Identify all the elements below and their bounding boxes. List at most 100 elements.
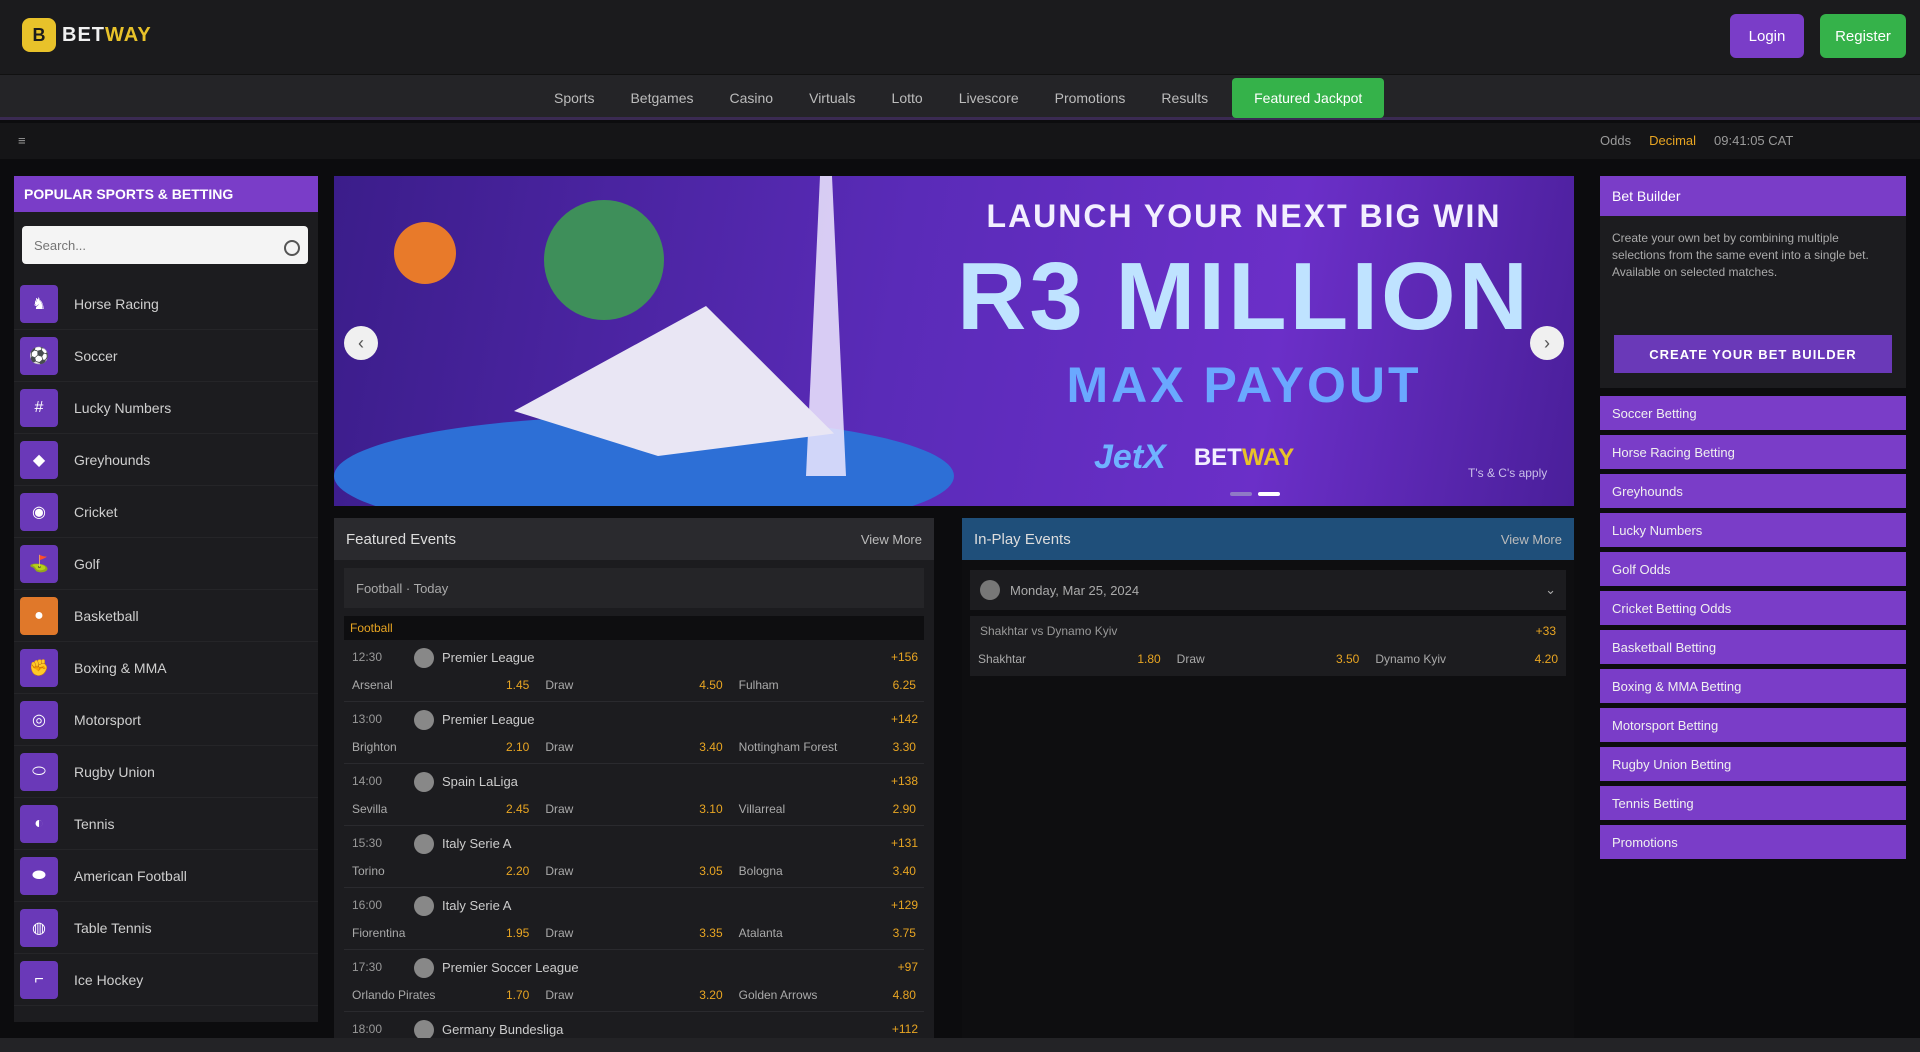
bet-builder-button[interactable]: CREATE YOUR BET BUILDER (1614, 335, 1892, 373)
odds-button[interactable]: Draw 3.40 (537, 736, 730, 758)
league-flag-icon (414, 648, 434, 668)
quick-link[interactable]: Golf Odds (1600, 552, 1906, 586)
logo-text-part1: BET (62, 23, 105, 46)
quick-link[interactable]: Lucky Numbers (1600, 513, 1906, 547)
sidebar-sport-item[interactable]: ⬭ Rugby Union (14, 746, 318, 798)
nav-item-betgames[interactable]: Betgames (612, 75, 711, 121)
sidebar-sport-item[interactable]: ◍ Table Tennis (14, 902, 318, 954)
quick-link[interactable]: Basketball Betting (1600, 630, 1906, 664)
odds-button[interactable]: Dynamo Kyiv 4.20 (1367, 648, 1566, 670)
nav-item-lotto[interactable]: Lotto (874, 75, 941, 121)
promo-banner[interactable]: LAUNCH YOUR NEXT BIG WIN R3 MILLION MAX … (334, 176, 1574, 506)
event-market-count[interactable]: +97 (898, 960, 918, 974)
live-date-row[interactable]: Monday, Mar 25, 2024 ⌄ (970, 570, 1566, 610)
nav-item-featured[interactable]: Featured Jackpot (1232, 78, 1385, 118)
sidebar-sport-item[interactable]: ◐ Tennis (14, 798, 318, 850)
odds-button[interactable]: Fiorentina 1.95 (344, 922, 537, 944)
event-market-count[interactable]: +142 (891, 712, 918, 726)
event-row[interactable]: 14:00 Spain LaLiga +138 Sevilla 2.45 Draw 3.10… (344, 764, 924, 826)
quick-link[interactable]: Promotions (1600, 825, 1906, 859)
search-input[interactable] (22, 226, 308, 264)
odds-button[interactable]: Golden Arrows 4.80 (731, 984, 924, 1006)
event-row[interactable]: 13:00 Premier League +142 Brighton 2.10 Draw 3… (344, 702, 924, 764)
sidebar-sport-item[interactable]: ⌐ Ice Hockey (14, 954, 318, 1006)
events-filter[interactable]: Football · Today (344, 568, 924, 608)
sidebar-sport-item[interactable]: ⬬ American Football (14, 850, 318, 902)
live-event-row[interactable]: Shakhtar vs Dynamo Kyiv +33 Shakhtar 1.80… (970, 616, 1566, 676)
quick-link[interactable]: Cricket Betting Odds (1600, 591, 1906, 625)
event-row[interactable]: 16:00 Italy Serie A +129 Fiorentina 1.95 Draw… (344, 888, 924, 950)
odds-button[interactable]: Draw 3.50 (1169, 648, 1368, 670)
odds-button[interactable]: Bologna 3.40 (731, 860, 924, 882)
banner-next-icon[interactable]: › (1530, 326, 1564, 360)
event-market-count[interactable]: +138 (891, 774, 918, 788)
nav-item-promotions[interactable]: Promotions (1037, 75, 1144, 121)
event-row[interactable]: 12:30 Premier League +156 Arsenal 1.45 Draw 4.… (344, 640, 924, 702)
odds-button[interactable]: Draw 3.20 (537, 984, 730, 1006)
nav-item-results[interactable]: Results (1143, 75, 1226, 121)
live-event-count[interactable]: +33 (1536, 624, 1556, 638)
odds-label: Atalanta (738, 926, 783, 940)
quick-link[interactable]: Boxing & MMA Betting (1600, 669, 1906, 703)
odds-button[interactable]: Villarreal 2.90 (731, 798, 924, 820)
featured-view-more-link[interactable]: View More (861, 532, 922, 547)
event-row[interactable]: 17:30 Premier Soccer League +97 Orlando Pir… (344, 950, 924, 1012)
quick-link[interactable]: Motorsport Betting (1600, 708, 1906, 742)
odds-button[interactable]: Shakhtar 1.80 (970, 648, 1169, 670)
banner-site-logo: BETWAY (1194, 444, 1294, 472)
search-icon[interactable] (284, 240, 300, 256)
odds-button[interactable]: Draw 4.50 (537, 674, 730, 696)
event-market-count[interactable]: +129 (891, 898, 918, 912)
right-sidebar: Bet Builder Create your own bet by combi… (1600, 176, 1906, 1022)
chevron-down-icon[interactable]: ⌄ (1545, 582, 1556, 598)
event-row[interactable]: 18:00Germany Bundesliga+112Hoffenheim2.0… (344, 1012, 924, 1038)
event-market-count[interactable]: +112 (892, 1022, 918, 1036)
sidebar-sport-item[interactable]: ⚽ Soccer (14, 330, 318, 382)
odds-button[interactable]: Draw 3.35 (537, 922, 730, 944)
register-button[interactable]: Register (1820, 14, 1906, 58)
odds-button[interactable]: Torino 2.20 (344, 860, 537, 882)
quick-link[interactable]: Horse Racing Betting (1600, 435, 1906, 469)
odds-button[interactable]: Atalanta 3.75 (731, 922, 924, 944)
odds-button[interactable]: Arsenal 1.45 (344, 674, 537, 696)
sidebar-sport-item[interactable]: ◉ Cricket (14, 486, 318, 538)
featured-events-panel: Featured Events View More Football · Tod… (334, 518, 934, 1038)
sidebar-sport-item[interactable]: ♞ Horse Racing (14, 278, 318, 330)
odds-button[interactable]: Brighton 2.10 (344, 736, 537, 758)
event-row[interactable]: 15:30 Italy Serie A +131 Torino 2.20 Draw 3.05… (344, 826, 924, 888)
banner-dot[interactable] (1230, 492, 1252, 496)
quick-link[interactable]: Rugby Union Betting (1600, 747, 1906, 781)
sidebar-sport-item[interactable]: ● Basketball (14, 590, 318, 642)
odds-button[interactable]: Sevilla 2.45 (344, 798, 537, 820)
banner-logo-part2: WAY (1241, 443, 1295, 471)
odds-button[interactable]: Fulham 6.25 (731, 674, 924, 696)
quick-link[interactable]: Greyhounds (1600, 474, 1906, 508)
sidebar-sport-item[interactable]: ◎ Motorsport (14, 694, 318, 746)
bet-builder-cta-wrap: CREATE YOUR BET BUILDER (1600, 326, 1906, 388)
banner-terms: T's & C's apply (1468, 466, 1548, 480)
login-button[interactable]: Login (1730, 14, 1804, 58)
odds-price: 4.20 (1534, 652, 1559, 666)
banner-prev-icon[interactable]: ‹ (344, 326, 378, 360)
odds-button[interactable]: Orlando Pirates 1.70 (344, 984, 537, 1006)
odds-button[interactable]: Nottingham Forest 3.30 (731, 736, 924, 758)
banner-dot-active[interactable] (1258, 492, 1280, 496)
sidebar-sport-item[interactable]: ✊ Boxing & MMA (14, 642, 318, 694)
nav-item-livescore[interactable]: Livescore (941, 75, 1037, 121)
sidebar-sport-item[interactable]: ⛳ Golf (14, 538, 318, 590)
odds-button[interactable]: Draw 3.05 (537, 860, 730, 882)
nav-item-casino[interactable]: Casino (712, 75, 792, 121)
quick-link[interactable]: Soccer Betting (1600, 396, 1906, 430)
menu-toggle-icon[interactable]: ≡ (18, 133, 26, 148)
odds-button[interactable]: Draw 3.10 (537, 798, 730, 820)
nav-item-sports[interactable]: Sports (536, 75, 612, 121)
event-market-count[interactable]: +131 (891, 836, 918, 850)
nav-item-virtuals[interactable]: Virtuals (791, 75, 873, 121)
quick-link[interactable]: Tennis Betting (1600, 786, 1906, 820)
live-view-more-link[interactable]: View More (1501, 532, 1562, 547)
site-logo[interactable]: B BETWAY (22, 18, 152, 52)
sidebar-sport-item[interactable]: ◆ Greyhounds (14, 434, 318, 486)
featured-events-header: Featured Events View More (334, 518, 934, 560)
sidebar-sport-item[interactable]: # Lucky Numbers (14, 382, 318, 434)
event-market-count[interactable]: +156 (891, 650, 918, 664)
